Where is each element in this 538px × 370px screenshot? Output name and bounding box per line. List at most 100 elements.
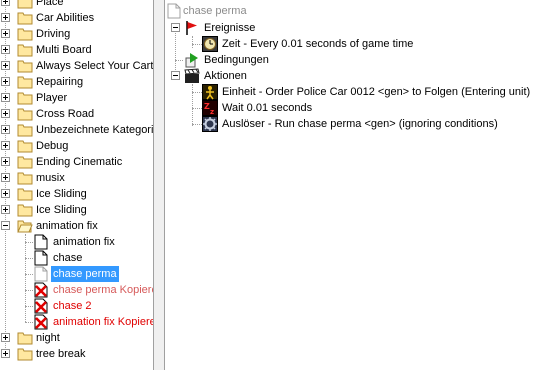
collapse-toggle[interactable] bbox=[1, 221, 10, 230]
folder-icon bbox=[17, 12, 33, 25]
tree-folder[interactable]: Debug bbox=[0, 138, 153, 154]
clapperboard-icon bbox=[184, 68, 200, 83]
conditions-icon bbox=[185, 53, 198, 68]
conditions-node[interactable]: Bedingungen bbox=[165, 52, 525, 68]
tree-folder-label: Unbezeichnete Kategorie bbox=[36, 124, 153, 136]
expand-toggle[interactable] bbox=[1, 141, 10, 150]
tree-folder[interactable]: night bbox=[0, 330, 153, 346]
tree-folder[interactable]: Driving bbox=[0, 26, 153, 42]
tree-folder[interactable]: Car Abilities bbox=[0, 10, 153, 26]
expand-toggle[interactable] bbox=[1, 13, 10, 22]
expand-toggle[interactable] bbox=[1, 61, 10, 70]
tree-folder[interactable]: Always Select Your Cart bbox=[0, 58, 153, 74]
action-row[interactable]: Einheit - Order Police Car 0012 <gen> to… bbox=[165, 84, 538, 100]
tree-folder-label: musix bbox=[36, 172, 65, 184]
action-text: Einheit - Order Police Car 0012 <gen> to… bbox=[222, 86, 531, 98]
tree-folder[interactable]: Player bbox=[0, 90, 153, 106]
tree-trigger-label: chase perma Kopieren bbox=[53, 284, 153, 296]
tree-folder-label: Car Abilities bbox=[36, 12, 95, 24]
expand-toggle[interactable] bbox=[1, 157, 10, 166]
event-row[interactable]: Zeit - Every 0.01 seconds of game time bbox=[165, 36, 525, 52]
folder-icon bbox=[17, 332, 33, 345]
expand-toggle[interactable] bbox=[1, 109, 10, 118]
tree-folder-label: Multi Board bbox=[36, 44, 92, 56]
events-node[interactable]: Ereignisse bbox=[165, 20, 525, 36]
trigger-doc-icon bbox=[167, 3, 181, 19]
trigger-error-icon bbox=[34, 314, 48, 330]
expand-toggle[interactable] bbox=[1, 29, 10, 38]
tree-folder-label: tree break bbox=[36, 348, 86, 360]
tree-trigger[interactable]: animation fix Kopieren bbox=[0, 314, 153, 330]
tree-folder[interactable]: Place bbox=[0, 0, 153, 10]
tree-trigger[interactable]: chase 2 bbox=[0, 298, 153, 314]
folder-icon bbox=[17, 76, 33, 89]
tree-folder[interactable]: Repairing bbox=[0, 74, 153, 90]
folder-icon bbox=[17, 188, 33, 201]
wait-icon: Z z bbox=[202, 100, 218, 116]
folder-icon bbox=[17, 156, 33, 169]
tree-trigger[interactable]: animation fix bbox=[0, 234, 153, 250]
folder-icon bbox=[17, 108, 33, 121]
expand-toggle[interactable] bbox=[1, 77, 10, 86]
tree-folder[interactable]: Ice Sliding bbox=[0, 202, 153, 218]
collapse-toggle[interactable] bbox=[171, 23, 180, 32]
expand-toggle[interactable] bbox=[1, 333, 10, 342]
folder-icon bbox=[17, 124, 33, 137]
expand-toggle[interactable] bbox=[1, 45, 10, 54]
flag-icon bbox=[186, 21, 197, 35]
tree-trigger-label: animation fix Kopieren bbox=[53, 316, 153, 328]
trigger-run-icon bbox=[202, 116, 218, 132]
action-row[interactable]: Auslöser - Run chase perma <gen> (ignori… bbox=[165, 116, 538, 132]
tree-folder[interactable]: Cross Road bbox=[0, 106, 153, 122]
unit-order-icon bbox=[202, 84, 218, 100]
trigger-tree[interactable]: Place Car Abilities Driving Multi Board Alwa… bbox=[0, 0, 153, 370]
events-label: Ereignisse bbox=[204, 22, 256, 34]
tree-folder-label: Always Select Your Cart bbox=[36, 60, 153, 72]
action-text: Auslöser - Run chase perma <gen> (ignori… bbox=[222, 118, 498, 130]
tree-folder[interactable]: Ending Cinematic bbox=[0, 154, 153, 170]
expand-toggle[interactable] bbox=[1, 125, 10, 134]
tree-folder-label: Repairing bbox=[36, 76, 84, 88]
tree-trigger-label: chase 2 bbox=[53, 300, 92, 312]
tree-folder[interactable]: musix bbox=[0, 170, 153, 186]
tree-folder-label: night bbox=[36, 332, 60, 344]
folder-icon bbox=[17, 204, 33, 217]
tree-trigger[interactable]: chase bbox=[0, 250, 153, 266]
tree-trigger[interactable]: chase perma Kopieren bbox=[0, 282, 153, 298]
tree-folder[interactable]: Ice Sliding bbox=[0, 186, 153, 202]
folder-icon bbox=[17, 0, 33, 9]
expand-toggle[interactable] bbox=[1, 205, 10, 214]
pane-splitter[interactable] bbox=[153, 0, 165, 370]
expand-toggle[interactable] bbox=[1, 349, 10, 358]
tree-trigger-label: animation fix bbox=[53, 236, 115, 248]
tree-trigger[interactable]: chase perma bbox=[0, 266, 153, 282]
tree-folder[interactable]: tree break bbox=[0, 346, 153, 362]
tree-folder[interactable]: Multi Board bbox=[0, 42, 153, 58]
tree-folder-animation-fix[interactable]: animation fix bbox=[0, 218, 153, 234]
expand-toggle[interactable] bbox=[1, 173, 10, 182]
trigger-icon bbox=[34, 250, 48, 266]
tree-trigger-label: chase perma bbox=[51, 266, 119, 282]
expand-toggle[interactable] bbox=[1, 0, 10, 6]
expand-toggle[interactable] bbox=[1, 93, 10, 102]
folder-icon bbox=[17, 28, 33, 41]
tree-folder[interactable]: Unbezeichnete Kategorie bbox=[0, 122, 153, 138]
tree-folder-label: Ice Sliding bbox=[36, 188, 87, 200]
trigger-editor[interactable]: chase perma Ereignisse Zeit - Every 0.01… bbox=[165, 0, 538, 370]
folder-icon bbox=[17, 172, 33, 185]
tree-folder-label: Cross Road bbox=[36, 108, 95, 120]
action-row[interactable]: Z z Wait 0.01 seconds bbox=[165, 100, 538, 116]
tree-trigger-label: chase bbox=[53, 252, 83, 264]
folder-icon bbox=[17, 44, 33, 57]
trigger-icon bbox=[34, 266, 48, 282]
collapse-toggle[interactable] bbox=[171, 71, 180, 80]
tree-folder-label: Debug bbox=[36, 140, 69, 152]
folder-icon bbox=[17, 60, 33, 73]
tree-folder-label: Player bbox=[36, 92, 68, 104]
expand-toggle[interactable] bbox=[1, 189, 10, 198]
tree-folder-label: Place bbox=[36, 0, 64, 8]
actions-node[interactable]: Aktionen bbox=[165, 68, 525, 84]
tree-folder-label: animation fix bbox=[36, 220, 98, 232]
open-folder-icon bbox=[17, 220, 33, 233]
svg-text:z: z bbox=[210, 108, 214, 116]
